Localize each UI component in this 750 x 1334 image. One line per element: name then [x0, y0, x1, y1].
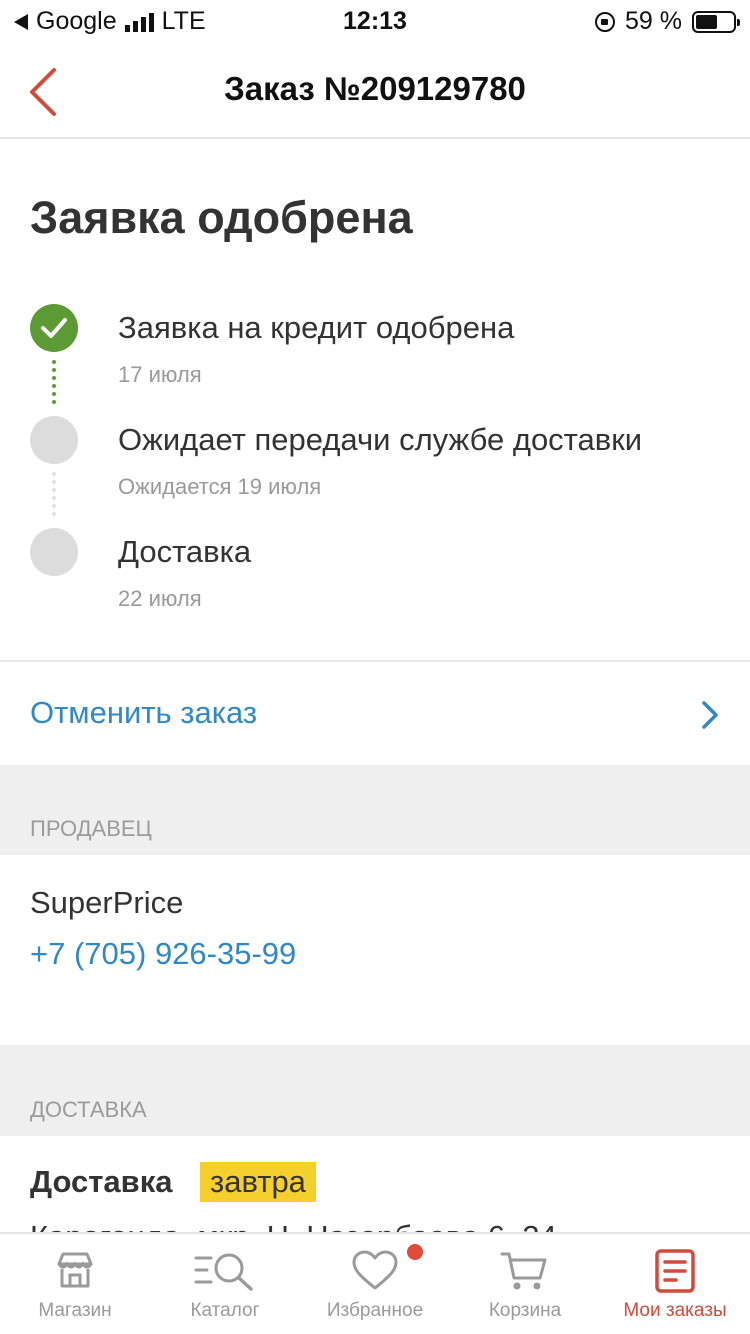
tab-label: Корзина — [488, 1300, 562, 1321]
step-pending-indicator — [30, 416, 78, 464]
favorites-badge-dot — [407, 1244, 423, 1260]
tab-favorites[interactable]: Избранное — [300, 1234, 450, 1334]
orders-icon — [655, 1249, 695, 1293]
step-pending-indicator — [30, 528, 78, 576]
tab-label: Избранное — [326, 1300, 424, 1321]
order-status-title: Заявка одобрена — [30, 192, 413, 243]
battery-icon — [692, 10, 740, 33]
tab-catalog[interactable]: Каталог — [150, 1234, 300, 1334]
status-bar-right: 59 % — [595, 7, 740, 36]
heart-icon — [352, 1250, 398, 1290]
cancel-order-label: Отменить заказ — [30, 695, 258, 730]
delivery-date-badge: завтра — [200, 1162, 316, 1202]
battery-fill — [696, 14, 718, 29]
tab-label: Магазин — [38, 1300, 112, 1321]
tab-cart[interactable]: Корзина — [450, 1234, 600, 1334]
step-date: 22 июля — [118, 586, 202, 611]
nav-header: Заказ №209129780 — [0, 40, 750, 139]
tab-my-orders[interactable]: Мои заказы — [600, 1234, 750, 1334]
step-done-indicator — [30, 304, 78, 352]
chevron-right-icon — [702, 701, 718, 729]
page-title: Заказ №209129780 — [224, 70, 526, 107]
step-connector — [52, 472, 56, 516]
checkmark-icon — [41, 318, 67, 338]
tab-store[interactable]: Магазин — [0, 1234, 150, 1334]
step-label: Заявка на кредит одобрена — [118, 310, 515, 345]
step-connector — [52, 360, 56, 404]
battery-percent: 59 % — [625, 7, 682, 35]
tab-label: Мои заказы — [623, 1300, 727, 1321]
step-date: Ожидается 19 июля — [118, 474, 322, 499]
orientation-lock-icon — [595, 11, 616, 32]
seller-section-caption: ПРОДАВЕЦ — [30, 816, 152, 841]
catalog-search-icon — [194, 1253, 253, 1291]
cart-icon — [500, 1252, 547, 1290]
tab-label: Каталог — [190, 1300, 260, 1321]
store-icon — [57, 1252, 93, 1288]
tab-bar: Магазин Каталог Избранное Корзина Мои за… — [0, 1232, 750, 1334]
cancel-order-button[interactable]: Отменить заказ — [0, 663, 750, 765]
step-date: 17 июля — [118, 362, 202, 387]
seller-name: SuperPrice — [30, 885, 184, 920]
delivery-title: Доставка — [30, 1164, 173, 1199]
delivery-section-caption: ДОСТАВКА — [30, 1097, 147, 1122]
status-bar: Google LTE 12:13 59 % — [0, 0, 750, 40]
step-label: Доставка — [118, 534, 252, 569]
step-label: Ожидает передачи службе доставки — [118, 422, 643, 457]
divider — [0, 660, 750, 662]
seller-phone-link[interactable]: +7 (705) 926-35-99 — [30, 936, 296, 972]
